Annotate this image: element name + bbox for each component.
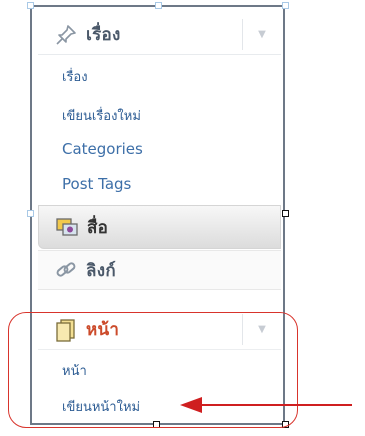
menu-media[interactable]: สื่อ — [38, 205, 281, 249]
menu-posts-label: เรื่อง — [86, 25, 121, 45]
menu-posts[interactable]: เรื่อง ▼ — [38, 15, 281, 55]
resize-handle-top-left[interactable] — [27, 2, 34, 9]
submenu-post-tags[interactable]: Post Tags — [62, 175, 131, 193]
media-icon — [55, 215, 79, 239]
menu-links-label: ลิงก์ — [86, 260, 116, 281]
resize-handle-left[interactable] — [27, 210, 34, 217]
pushpin-icon — [54, 23, 78, 47]
submenu-posts-new[interactable]: เขียนเรื่องใหม่ — [62, 105, 141, 126]
resize-handle-top-right[interactable] — [282, 2, 289, 9]
chevron-down-icon[interactable]: ▼ — [242, 19, 281, 50]
resize-handle-right[interactable] — [282, 210, 289, 217]
submenu-posts-all[interactable]: เรื่อง — [62, 66, 88, 87]
menu-media-label: สื่อ — [87, 217, 109, 238]
highlight-circle — [8, 312, 298, 428]
chain-link-icon — [54, 258, 78, 282]
resize-handle-top[interactable] — [155, 2, 162, 9]
submenu-categories[interactable]: Categories — [62, 140, 143, 158]
menu-links[interactable]: ลิงก์ — [38, 250, 281, 290]
